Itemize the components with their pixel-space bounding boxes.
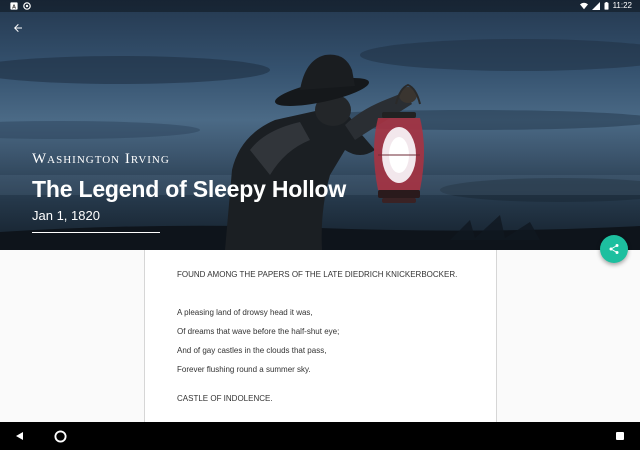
svg-text:A: A xyxy=(12,4,16,10)
reading-area: FOUND AMONG THE PAPERS OF THE LATE DIEDR… xyxy=(0,250,640,422)
back-triangle-icon xyxy=(16,432,23,440)
share-button[interactable] xyxy=(600,235,628,263)
back-button[interactable] xyxy=(8,18,28,38)
title-divider xyxy=(32,232,160,233)
clock: 11:22 xyxy=(612,1,632,10)
heading-line: FOUND AMONG THE PAPERS OF THE LATE DIEDR… xyxy=(177,270,458,279)
wifi-icon xyxy=(579,2,588,10)
book-title: The Legend of Sleepy Hollow xyxy=(32,176,347,202)
hero-banner: Washington Irving The Legend of Sleepy H… xyxy=(0,0,640,250)
screen: Washington Irving The Legend of Sleepy H… xyxy=(0,0,640,450)
book-page[interactable]: FOUND AMONG THE PAPERS OF THE LATE DIEDR… xyxy=(144,250,497,422)
nav-home-button[interactable] xyxy=(52,428,68,444)
signal-icon xyxy=(591,2,600,10)
navigation-bar xyxy=(0,422,640,450)
share-icon xyxy=(609,244,619,254)
home-circle-icon xyxy=(53,429,67,443)
poem-line: And of gay castles in the clouds that pa… xyxy=(177,346,327,355)
nav-back-button[interactable] xyxy=(12,428,28,444)
recents-square-icon xyxy=(616,432,624,440)
poem-attribution: CASTLE OF INDOLENCE. xyxy=(177,394,273,403)
publish-date: Jan 1, 1820 xyxy=(32,208,100,223)
poem-line: Forever flushing round a summer sky. xyxy=(177,365,311,374)
sync-icon xyxy=(23,2,31,10)
arrow-back-icon xyxy=(14,24,22,32)
nav-recents-button[interactable] xyxy=(612,428,628,444)
notification-a-icon: A xyxy=(10,2,18,10)
battery-icon xyxy=(604,2,609,10)
poem-line: A pleasing land of drowsy head it was, xyxy=(177,308,313,317)
status-bar: A 11:22 xyxy=(0,0,640,12)
book-header: Washington Irving The Legend of Sleepy H… xyxy=(32,150,346,233)
poem-line: Of dreams that wave before the half-shut… xyxy=(177,327,340,336)
author-name: Washington Irving xyxy=(32,151,170,167)
